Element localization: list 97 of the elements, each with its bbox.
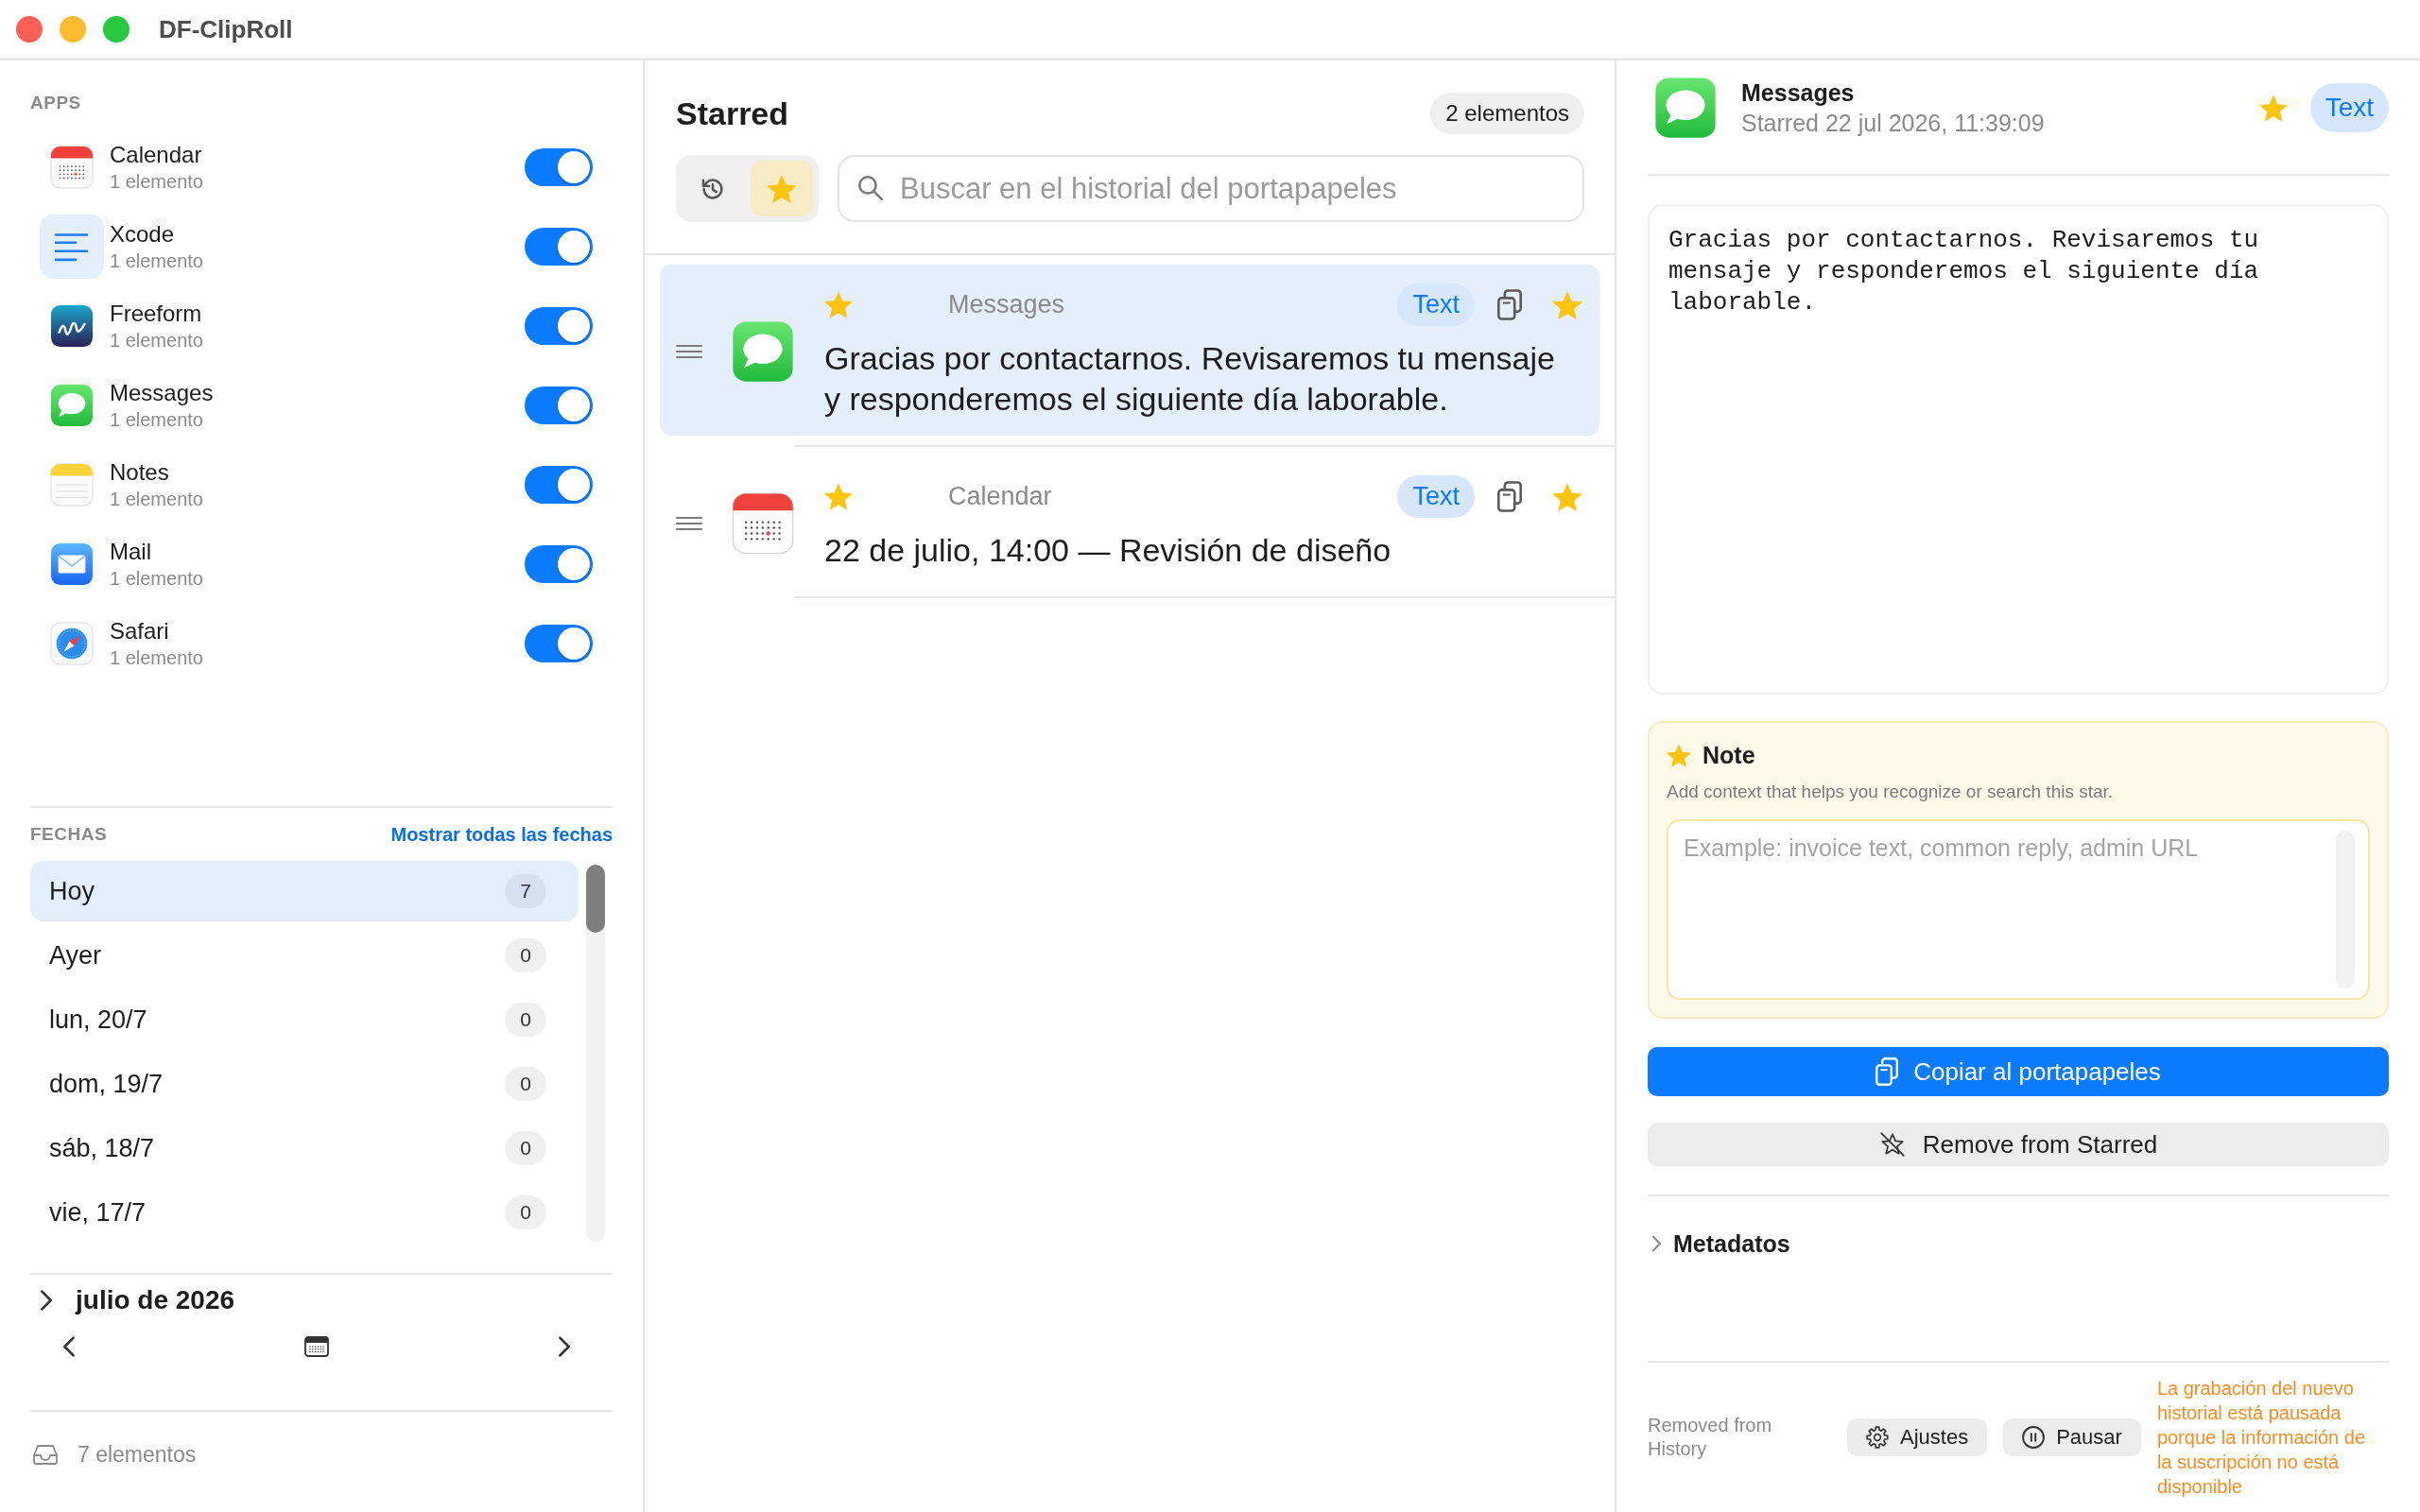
type-tag: Text [1397, 284, 1475, 326]
count-badge: 0 [505, 1131, 546, 1165]
star-slash-icon [1878, 1131, 1906, 1158]
date-item[interactable]: Hoy 7 [30, 861, 579, 921]
date-item[interactable]: lun, 20/7 0 [30, 989, 579, 1050]
toggle-switch[interactable] [525, 387, 593, 424]
text-lines-icon [40, 215, 104, 279]
footer-count: 7 elementos [78, 1441, 197, 1468]
copy-button[interactable]: Copiar al portapapeles [1648, 1047, 2389, 1096]
app-name: Freeform [110, 300, 202, 328]
remove-star-button[interactable]: Remove from Starred [1648, 1123, 2389, 1166]
notepad-icon [50, 463, 94, 507]
count-badge: 0 [505, 1195, 546, 1229]
star-icon[interactable] [2258, 94, 2288, 122]
toggle-switch[interactable] [525, 228, 593, 266]
gear-icon [1866, 1426, 1889, 1449]
toggle-switch[interactable] [525, 307, 593, 345]
search-field[interactable]: Buscar en el historial del portapapeles [838, 155, 1584, 222]
app-name: Safari [110, 617, 169, 645]
starred-button[interactable] [750, 161, 813, 216]
section-heading: APPS [30, 92, 81, 114]
item-count: 1 elemento [110, 329, 203, 352]
item-count: 1 elemento [110, 567, 203, 591]
chat-bubble-icon [1654, 77, 1717, 139]
toggle-switch[interactable] [525, 148, 593, 186]
starred-date: Starred 22 jul 2026, 11:39:09 [1741, 109, 2045, 138]
list-title: Starred [676, 94, 789, 132]
tray-icon [32, 1444, 59, 1465]
squiggle-icon [50, 304, 94, 348]
date-item[interactable]: Ayer 0 [30, 925, 579, 986]
copy-icon [1876, 1057, 1899, 1086]
scrollbar-track[interactable] [586, 865, 605, 1243]
envelope-icon [50, 542, 94, 586]
date-item[interactable]: sáb, 18/7 0 [30, 1118, 579, 1178]
window-title: DF-ClipRoll [159, 14, 293, 44]
show-all-link[interactable]: Mostrar todas las fechas [390, 823, 613, 846]
pause-icon [2022, 1426, 2046, 1449]
app-name: Messages [110, 379, 214, 407]
type-tag: Text [2309, 83, 2389, 132]
count-badge: 0 [505, 1003, 546, 1037]
metadata-toggle[interactable]: Metadatos [1648, 1196, 1790, 1291]
date-item[interactable]: vie, 17/7 0 [30, 1182, 579, 1243]
toggle-switch[interactable] [525, 466, 593, 504]
clip-item[interactable]: Calendar Text 22 de julio, 14:00 — Revisión de diseño [660, 456, 1599, 587]
scrollbar-thumb[interactable] [586, 865, 605, 933]
star-icon[interactable] [1552, 290, 1582, 319]
drag-handle-icon[interactable] [676, 516, 702, 530]
section-heading: FECHAS [30, 823, 108, 846]
app-name: Calendar [110, 141, 202, 169]
note-field[interactable]: Example: invoice text, common reply, admin URL [1667, 819, 2370, 1000]
count-badge: 0 [505, 938, 546, 972]
search-icon [858, 176, 883, 200]
item-count: 2 elementos [1430, 93, 1584, 134]
settings-button[interactable]: Ajustes [1847, 1418, 1988, 1456]
clip-item[interactable]: Messages Text Gracias por contactarnos. Revisaremos tu mensaje y responderemos el siguiente día laborable. [660, 265, 1599, 436]
star-icon [1667, 743, 1691, 767]
clip-text: Gracias por contactarnos. Revisaremos tu mensaje y responderemos el siguiente día laborable. [824, 339, 1556, 419]
toggle-switch[interactable] [525, 545, 593, 583]
toggle-switch[interactable] [525, 625, 593, 662]
zoom-button[interactable] [103, 16, 130, 43]
chat-bubble-icon [50, 384, 94, 427]
item-count: 1 elemento [110, 249, 203, 273]
date-item[interactable]: dom, 19/7 0 [30, 1054, 579, 1114]
item-count: 1 elemento [110, 488, 203, 511]
item-count: 1 elemento [110, 646, 203, 670]
item-count: 1 elemento [110, 170, 203, 194]
calendar-icon [732, 491, 794, 555]
month-toggle[interactable]: julio de 2026 [30, 1275, 235, 1326]
app-name: Messages [1741, 78, 1855, 108]
chevron-left-icon[interactable] [62, 1335, 76, 1358]
compass-icon [50, 622, 94, 665]
calendar-icon [50, 146, 94, 189]
clip-text: 22 de julio, 14:00 — Revisión de diseño [824, 531, 1392, 570]
note-description: Add context that helps you recognize or search this star. [1667, 781, 2115, 803]
type-tag: Text [1397, 475, 1475, 518]
close-button[interactable] [16, 16, 43, 43]
calendar-icon[interactable] [304, 1336, 329, 1357]
app-name: Xcode [110, 220, 175, 249]
status-text: Removed from History [1648, 1414, 1773, 1461]
pause-button[interactable]: Pausar [2003, 1418, 2141, 1456]
app-name: Mail [110, 538, 151, 566]
chevron-right-icon[interactable] [558, 1335, 571, 1358]
count-badge: 0 [505, 1067, 546, 1101]
note-title: Note [1703, 741, 1755, 769]
item-count: 1 elemento [110, 408, 203, 432]
chat-bubble-icon [732, 320, 794, 383]
app-name: Messages [948, 290, 1066, 319]
app-name: Calendar [948, 482, 1053, 511]
star-icon [766, 174, 797, 203]
copy-icon[interactable] [1497, 481, 1522, 512]
app-name: Notes [110, 458, 169, 487]
warning-text: La grabación del nuevo historial está pausada porque la información de la suscripción no está disponible [2156, 1377, 2366, 1499]
text-preview: Gracias por contactarnos. Revisaremos tu mensaje y responderemos el siguiente día laborable. [1648, 204, 2389, 695]
drag-handle-icon[interactable] [676, 345, 702, 358]
copy-icon[interactable] [1497, 289, 1522, 320]
count-badge: 7 [505, 874, 546, 908]
star-icon[interactable] [1552, 482, 1582, 511]
